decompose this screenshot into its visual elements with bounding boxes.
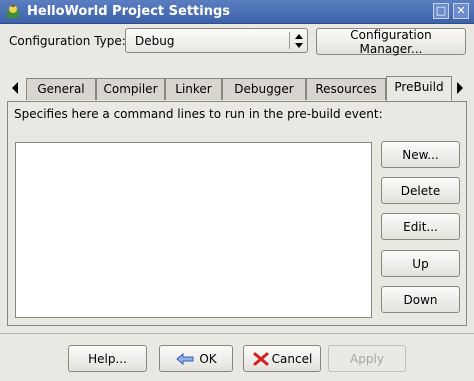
maximize-button[interactable]: □ — [433, 3, 449, 19]
ok-label: OK — [199, 351, 217, 366]
tab-resources[interactable]: Resources — [306, 78, 386, 100]
tab-compiler[interactable]: Compiler — [96, 78, 165, 100]
tab-debugger[interactable]: Debugger — [222, 78, 306, 100]
configuration-type-select[interactable]: Debug — [125, 28, 308, 53]
edit-button[interactable]: Edit... — [381, 213, 460, 240]
configuration-type-value: Debug — [135, 34, 175, 48]
delete-button[interactable]: Delete — [381, 177, 460, 204]
app-icon — [7, 4, 19, 18]
cancel-label: Cancel — [271, 351, 313, 366]
window-title: HelloWorld Project Settings — [27, 4, 230, 19]
new-button[interactable]: New... — [381, 141, 460, 168]
tab-bar: General Compiler Linker Debugger Resourc… — [0, 76, 474, 102]
down-button[interactable]: Down — [381, 286, 460, 313]
prebuild-commands-list[interactable] — [15, 142, 372, 318]
close-button[interactable]: ✕ — [453, 3, 469, 19]
prebuild-description: Specifies here a command lines to run in… — [14, 107, 383, 121]
updown-arrow-icon — [295, 34, 303, 48]
ok-button[interactable]: OK — [159, 345, 233, 372]
close-icon: ✕ — [456, 4, 466, 17]
configuration-type-label: Configuration Type: — [9, 34, 126, 48]
configuration-manager-button[interactable]: Configuration Manager... — [316, 28, 466, 56]
help-button[interactable]: Help... — [68, 345, 147, 372]
up-button[interactable]: Up — [381, 250, 460, 277]
tab-scroll-right-icon[interactable] — [455, 80, 465, 96]
tab-linker[interactable]: Linker — [165, 78, 222, 100]
ok-arrow-icon — [176, 352, 194, 365]
maximize-icon: □ — [435, 4, 447, 17]
footer-separator — [0, 333, 474, 334]
tab-prebuild[interactable]: PreBuild — [386, 76, 452, 102]
title-bar[interactable]: HelloWorld Project Settings □ ✕ — [0, 0, 474, 24]
apply-button[interactable]: Apply — [328, 345, 406, 372]
combo-separator — [289, 32, 290, 49]
cancel-button[interactable]: Cancel — [243, 345, 321, 372]
cancel-x-icon — [253, 352, 269, 365]
tab-general[interactable]: General — [26, 78, 96, 100]
